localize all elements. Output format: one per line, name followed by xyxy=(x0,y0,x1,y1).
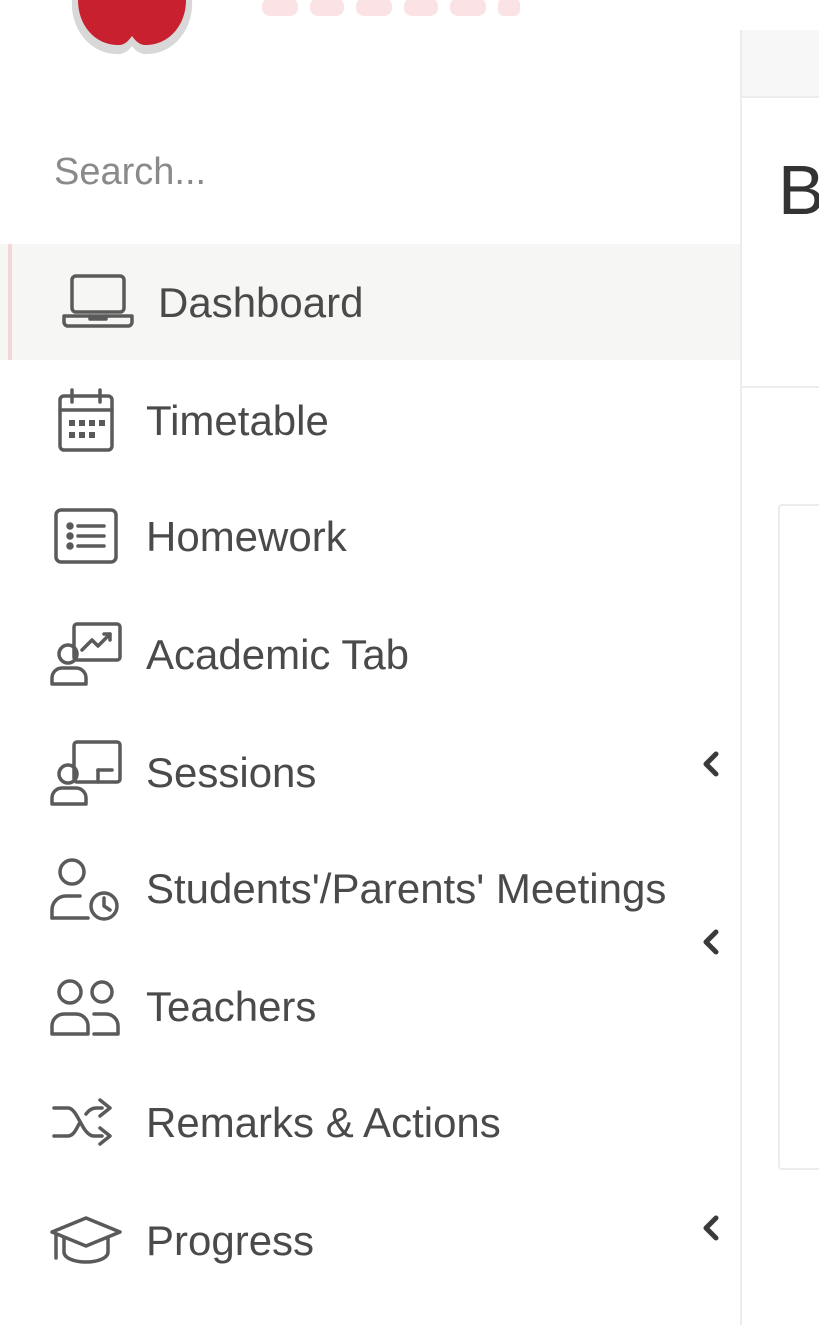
logo-area xyxy=(0,0,740,100)
sidebar-item-homework[interactable]: Homework xyxy=(0,478,740,594)
brand-logo xyxy=(71,0,193,55)
sidebar-item-progress[interactable]: Progress xyxy=(0,1182,740,1298)
brand-wordmark xyxy=(262,0,520,16)
laptop-icon xyxy=(60,264,136,340)
page-title: B xyxy=(778,151,819,229)
sidebar-item-teachers[interactable]: Teachers xyxy=(0,948,740,1064)
sidebar-item-label: Timetable xyxy=(146,397,329,444)
sidebar-item-label: Progress xyxy=(146,1217,315,1264)
sidebar-item-label: Remarks & Actions xyxy=(146,1099,501,1146)
sidebar-item-dashboard[interactable]: Dashboard xyxy=(0,244,740,360)
user-clock-icon xyxy=(48,850,124,926)
users-icon xyxy=(48,968,124,1044)
sidebar-item-label: Dashboard xyxy=(158,279,364,326)
chevron-left-icon[interactable] xyxy=(696,1210,726,1246)
content-card xyxy=(778,504,819,1170)
chevron-left-icon[interactable] xyxy=(696,746,726,782)
sidebar-item-label: Sessions xyxy=(146,749,317,796)
sidebar-item-label: Academic Tab xyxy=(146,631,410,678)
list-icon xyxy=(48,498,124,574)
sidebar-item-meetings[interactable]: Students'/Parents' Meetings xyxy=(0,830,740,955)
sidebar-item-label: Teachers xyxy=(146,983,317,1030)
sidebar-item-timetable[interactable]: Timetable xyxy=(0,362,740,478)
active-indicator xyxy=(8,244,12,360)
sidebar-item-label: Students'/Parents' Meetings xyxy=(146,865,667,912)
sidebar-item-academic-tab[interactable]: Academic Tab xyxy=(0,596,740,712)
sidebar-item-remarks-actions[interactable]: Remarks & Actions xyxy=(0,1064,740,1180)
presentation-chart-icon xyxy=(48,616,124,692)
divider xyxy=(742,386,819,388)
classroom-icon xyxy=(48,734,124,810)
shuffle-icon xyxy=(48,1084,124,1160)
search-input[interactable] xyxy=(40,140,628,204)
sidebar: Dashboard Timetable xyxy=(0,0,740,1325)
sidebar-border xyxy=(740,30,742,1325)
calendar-icon xyxy=(48,382,124,458)
sidebar-item-label: Homework xyxy=(146,513,347,560)
graduation-cap-icon xyxy=(48,1202,124,1278)
top-header xyxy=(742,30,819,98)
sidebar-item-sessions[interactable]: Sessions xyxy=(0,714,740,830)
